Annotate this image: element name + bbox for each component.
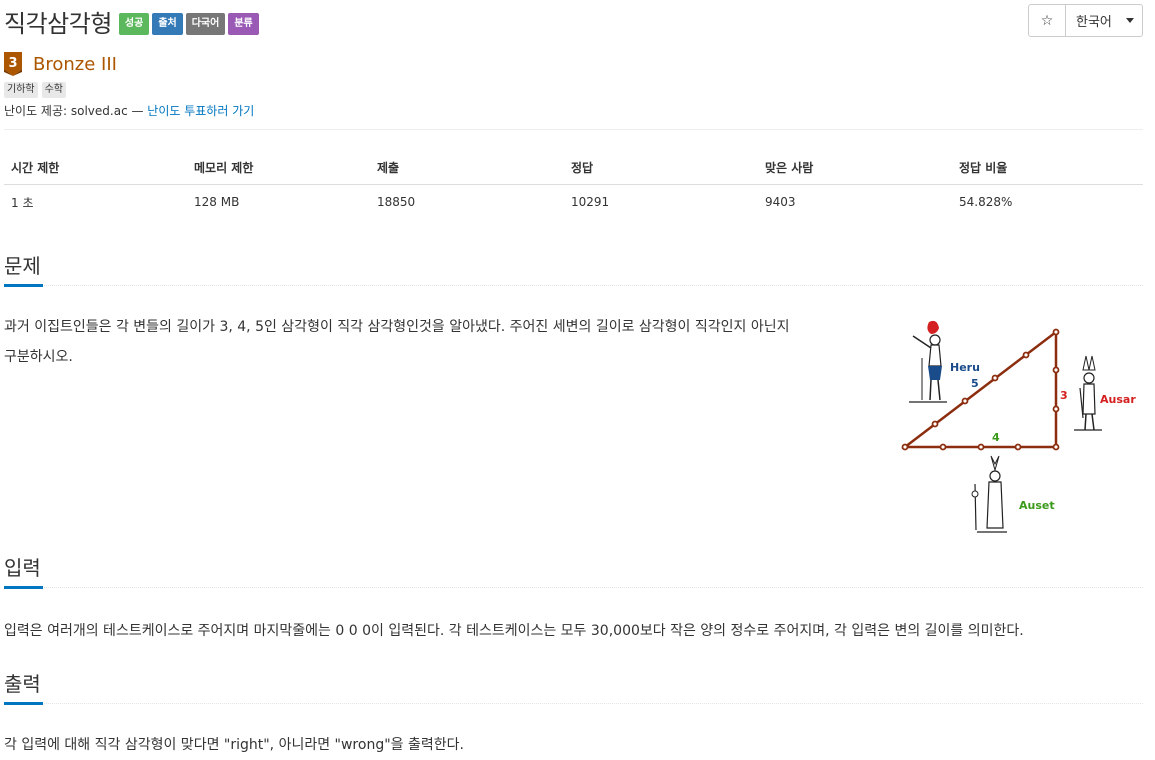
label-source[interactable]: 출처	[152, 12, 183, 35]
output-text: 각 입력에 대해 직각 삼각형이 맞다면 "right", 아니라면 "wron…	[4, 737, 464, 753]
heru-figure	[909, 320, 947, 403]
value-memory-limit: 128 MB	[194, 195, 240, 210]
description-section-header: 문제	[4, 252, 1143, 287]
divider	[4, 129, 1143, 130]
tier-link[interactable]: 3 Bronze III	[4, 52, 117, 76]
label-success[interactable]: 성공	[118, 12, 150, 35]
value-submissions[interactable]: 18850	[370, 184, 564, 220]
star-icon: ☆	[1040, 12, 1054, 29]
tier-text: Bronze III	[33, 53, 117, 75]
description-line: 과거 이집트인들은 각 변들의 길이가 3, 4, 5인 삼각형이 직각 삼각형…	[4, 319, 790, 335]
label-category[interactable]: 분류	[228, 12, 259, 35]
input-section-header: 입력	[4, 554, 1143, 589]
heru-label: Heru	[950, 361, 980, 374]
header-submissions: 제출	[370, 152, 564, 185]
bronze-tier-icon: 3	[4, 52, 22, 76]
output-heading: 출력	[4, 672, 41, 696]
value-ratio: 54.828%	[959, 195, 1013, 210]
label-multilang[interactable]: 다국어	[185, 12, 226, 35]
table-row: 1 초 128 MB 18850 10291 9403 54.828%	[4, 184, 1143, 220]
output-section-header: 출력	[4, 670, 1143, 705]
tag-list: 기하학 수학	[4, 82, 70, 98]
auset-label: Auset	[1019, 499, 1055, 512]
description-line: 구분하시오.	[4, 349, 73, 365]
toolbar: ☆ 한국어	[1028, 4, 1143, 37]
side-b-label: 4	[992, 431, 1000, 444]
caret-down-icon	[1126, 18, 1134, 23]
language-dropdown[interactable]: 한국어	[1066, 4, 1143, 37]
side-c-label: 5	[971, 377, 979, 390]
description-heading: 문제	[4, 254, 41, 278]
header-memory-limit: 메모리 제한	[187, 152, 370, 185]
tag-geometry[interactable]: 기하학	[4, 82, 38, 98]
difficulty-source-text: 난이도 제공: solved.ac —	[4, 104, 148, 118]
egyptian-triangle-figure: Heru 5 3 Ausar 4 Auset	[901, 320, 1136, 533]
tag-math[interactable]: 수학	[41, 82, 67, 98]
value-solvers[interactable]: 9403	[758, 184, 952, 220]
side-a-label: 3	[1060, 389, 1068, 402]
input-text: 입력은 여러개의 테스트케이스로 주어지며 마지막줄에는 0 0 0이 입력된다…	[4, 623, 1024, 639]
header-time-limit: 시간 제한	[4, 152, 187, 185]
rope-triangle	[901, 328, 1060, 451]
ausar-label: Ausar	[1100, 393, 1136, 406]
problem-title: 직각삼각형	[4, 10, 112, 38]
language-label: 한국어	[1076, 15, 1112, 30]
header-accepted: 정답	[564, 152, 758, 185]
input-heading: 입력	[4, 556, 41, 580]
value-time-limit: 1 초	[11, 195, 34, 210]
description-text: 과거 이집트인들은 각 변들의 길이가 3, 4, 5인 삼각형이 직각 삼각형…	[4, 312, 884, 372]
difficulty-source: 난이도 제공: solved.ac — 난이도 투표하러 가기	[4, 102, 254, 119]
star-button[interactable]: ☆	[1028, 4, 1066, 37]
auset-figure	[971, 455, 1007, 533]
value-accepted[interactable]: 10291	[564, 184, 758, 220]
ausar-figure	[1074, 355, 1102, 431]
header-solvers: 맞은 사람	[758, 152, 952, 185]
problem-info-table: 시간 제한 메모리 제한 제출 정답 맞은 사람 정답 비율 1 초 128 M…	[4, 152, 1143, 220]
svg-text:3: 3	[8, 56, 17, 71]
page-header: 직각삼각형 성공 출처 다국어 분류	[4, 4, 262, 39]
header-ratio: 정답 비율	[952, 152, 1143, 185]
vote-difficulty-link[interactable]: 난이도 투표하러 가기	[147, 104, 254, 118]
